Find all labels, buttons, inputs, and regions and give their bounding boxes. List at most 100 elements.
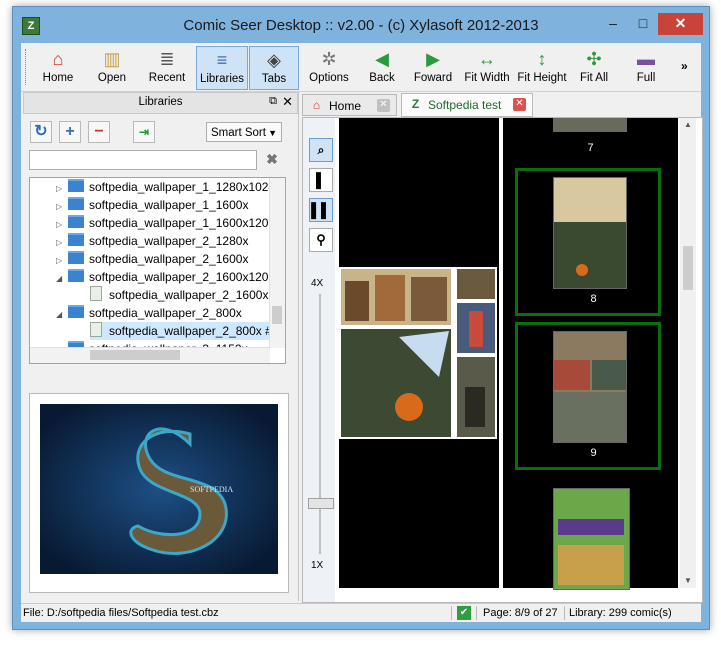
minus-icon: − [94,123,104,140]
tree-item-label: softpedia_wallpaper_2_1600x1200 [89,270,276,284]
toolbar-back-button[interactable]: ◀ Back [359,46,405,88]
toolbar-button-label: Fit Width [464,72,510,84]
zoom-min-label: 1X [311,560,324,571]
tree-item-comic[interactable]: softpedia_wallpaper_2_1600x1 [90,286,275,304]
scroll-down-icon[interactable]: ▼ [680,574,696,588]
toolbar-button-label: Foward [413,72,453,84]
libraries-panel-header: Libraries ⧉ ✕ [23,92,298,114]
folder-icon [68,215,84,228]
scroll-up-icon[interactable]: ▲ [680,118,696,132]
tree-item-folder[interactable]: ◢ softpedia_wallpaper_2_800x [56,304,270,322]
tab-softpedia-test[interactable]: Z Softpedia test ✕ [401,93,533,117]
thumbnail-scrollbar[interactable]: ▲ ▼ [680,118,696,588]
toolbar-fit-width-button[interactable]: ↔ Fit Width [461,46,513,88]
clear-search-button[interactable]: ✖ [263,150,281,168]
thumbnail-frame-selected[interactable]: 9 [515,322,661,470]
single-page-button[interactable]: ▌ [309,168,333,192]
toolbar-button-label: Tabs [261,73,287,85]
library-search-input[interactable] [29,150,257,170]
title-bar[interactable]: Z Comic Seer Desktop :: v2.00 - (c) Xyla… [13,7,709,43]
folder-icon [68,269,84,282]
toolbar-libraries-button[interactable]: ≡ Libraries [196,46,248,90]
folder-icon [68,233,84,246]
sort-dropdown[interactable]: Smart Sort ▼ [206,122,282,142]
collapse-arrow-icon[interactable]: ◢ [56,306,68,324]
close-tab-icon[interactable]: ✕ [377,99,390,112]
recent-icon: ≣ [159,49,175,69]
thumbnail-strip[interactable]: 7 8 9 [503,118,678,590]
magnifier-button[interactable]: ⚲ [309,228,333,252]
magnify-region-icon: ⌕ [317,143,325,157]
status-page-count: Page: 8/9 of 27 [483,607,558,619]
thumbnail-frame-selected[interactable]: 8 [515,168,661,316]
back-icon: ◀ [375,49,389,69]
thumbnail-page-8[interactable] [553,177,627,289]
single-page-icon: ▌ [316,172,326,188]
zoom-region-button[interactable]: ⌕ [309,138,333,162]
toolbar-tabs-button[interactable]: ◈ Tabs [249,46,299,90]
add-library-button[interactable]: + [59,121,81,143]
scrollbar-thumb[interactable] [90,350,180,360]
tree-item-folder[interactable]: ▷ softpedia_wallpaper_2_1280x [56,232,270,250]
toolbar-fit-height-button[interactable]: ↕ Fit Height [516,46,568,88]
tree-item-label: softpedia_wallpaper_1_1280x1024 [89,180,276,194]
toolbar-recent-button[interactable]: ≣ Recent [141,46,193,88]
toolbar-button-label: Recent [148,72,186,84]
toolbar-overflow-button[interactable]: » [681,59,688,73]
toolbar-button-label: Fit Height [517,72,567,84]
float-panel-icon[interactable]: ⧉ [269,95,277,108]
thumbnail-page-9[interactable] [553,331,627,443]
tree-item-folder[interactable]: ▷ softpedia_wallpaper_1_1600x [56,196,270,214]
close-tab-icon[interactable]: ✕ [513,98,526,111]
tree-horizontal-scrollbar[interactable] [30,347,270,363]
toolbar-grip[interactable] [25,49,29,85]
zoom-slider-thumb[interactable] [308,498,334,509]
comic-file-icon [90,322,102,337]
scrollbar-thumb[interactable] [683,246,693,290]
tree-item-label: softpedia_wallpaper_1_1600x [89,198,249,212]
comic-page-art [341,269,495,437]
thumbnail-number: 7 [587,142,594,154]
two-page-icon: ▌▌ [311,202,331,218]
folder-icon [68,251,84,264]
toolbar-open-button[interactable]: ▥ Open [88,46,136,88]
thumbnail-page-7[interactable] [553,118,627,132]
tree-item-folder[interactable]: ▷ softpedia_wallpaper_2_1600x [56,250,270,268]
toolbar-home-button[interactable]: ⌂ Home [33,46,83,88]
comic-icon: Z [411,97,420,111]
toolbar-full-button[interactable]: ▬ Full [624,46,668,88]
close-button[interactable]: ✕ [658,13,703,35]
maximize-button[interactable]: □ [628,13,658,35]
open-icon: ▥ [103,49,121,69]
tree-item-folder[interactable]: ▷ softpedia_wallpaper_1_1600x1200 [56,214,275,232]
refresh-library-button[interactable]: ↻ [30,121,52,143]
folder-icon [68,179,84,192]
viewer-tools: ⌕ ▌ ▌▌ ⚲ 4X 1X [303,118,335,602]
toolbar-button-label: Open [97,72,127,84]
tabs-icon: ◈ [267,50,281,70]
tab-home[interactable]: ⌂ Home ✕ [302,94,397,116]
tree-item-comic[interactable]: softpedia_wallpaper_2_800x # [90,322,272,340]
comic-viewer: ⌕ ▌ ▌▌ ⚲ 4X 1X 7 8 9 ▲ ▼ [302,117,703,603]
toolbar-options-button[interactable]: ✲ Options [303,46,355,88]
close-panel-icon[interactable]: ✕ [282,94,293,110]
toolbar-fit-all-button[interactable]: ✣ Fit All [570,46,618,88]
refresh-icon: ↻ [34,123,48,140]
collapse-arrow-icon[interactable]: ◢ [56,270,68,288]
scrollbar-thumb[interactable] [272,306,282,324]
import-button[interactable]: ⇥ [133,121,155,143]
remove-library-button[interactable]: − [88,121,110,143]
document-tabs: ⌂ Home ✕ Z Softpedia test ✕ [302,93,701,117]
tree-item-folder[interactable]: ▷ softpedia_wallpaper_1_1280x1024 [56,178,275,196]
minimize-button[interactable]: – [598,13,628,35]
tree-item-folder[interactable]: ◢ softpedia_wallpaper_2_1600x1200 [56,268,275,288]
two-page-button[interactable]: ▌▌ [309,198,333,222]
comic-page-strip [339,267,497,439]
tree-vertical-scrollbar[interactable] [269,178,285,348]
libraries-panel: Libraries ⧉ ✕ ↻ + − ⇥ Smart Sort ▼ ✖ ▷ so… [21,92,299,601]
tab-label: Softpedia test [428,98,502,112]
zoom-slider-track[interactable] [319,294,321,554]
toolbar-button-label: Full [636,72,656,84]
thumbnail-page-10[interactable] [553,488,630,590]
toolbar-foward-button[interactable]: ▶ Foward [409,46,457,88]
